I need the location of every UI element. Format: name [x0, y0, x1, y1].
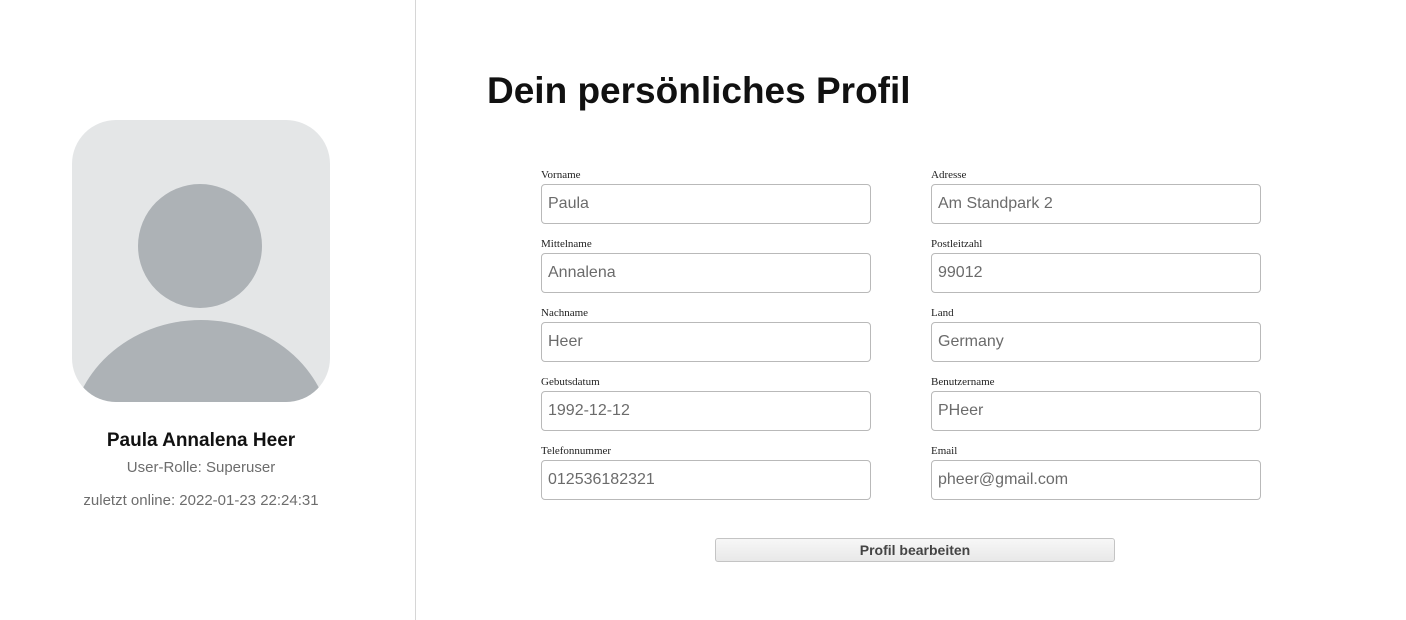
profile-sidebar: Paula Annalena Heer User-Rolle: Superuse…	[0, 0, 416, 620]
benutzername-input[interactable]	[931, 391, 1261, 431]
avatar-head-silhouette	[138, 184, 262, 308]
field-benutzername: Benutzername	[931, 375, 1261, 431]
vorname-input[interactable]	[541, 184, 871, 224]
field-vorname: Vorname	[541, 168, 871, 224]
field-mittelname: Mittelname	[541, 237, 871, 293]
telefonnummer-input[interactable]	[541, 460, 871, 500]
field-label-geburtsdatum: Gebutsdatum	[541, 376, 600, 388]
avatar	[72, 120, 330, 402]
field-label-telefonnummer: Telefonnummer	[541, 445, 612, 457]
field-adresse: Adresse	[931, 168, 1261, 224]
email-input[interactable]	[931, 460, 1261, 500]
field-label-email: Email	[931, 445, 958, 457]
avatar-body-silhouette	[72, 320, 330, 402]
field-label-adresse: Adresse	[931, 169, 967, 181]
page-title: Dein persönliches Profil	[487, 70, 911, 111]
edit-profile-button[interactable]: Profil bearbeiten	[715, 538, 1115, 562]
geburtsdatum-input[interactable]	[541, 391, 871, 431]
field-geburtsdatum: Gebutsdatum	[541, 375, 871, 431]
field-label-postleitzahl: Postleitzahl	[931, 238, 983, 250]
field-nachname: Nachname	[541, 306, 871, 362]
field-label-land: Land	[931, 307, 954, 319]
user-name: Paula Annalena Heer	[106, 430, 296, 451]
mittelname-input[interactable]	[541, 253, 871, 293]
field-label-vorname: Vorname	[541, 169, 581, 181]
adresse-input[interactable]	[931, 184, 1261, 224]
user-role: User-Rolle: Superuser	[126, 459, 276, 476]
field-label-nachname: Nachname	[541, 307, 589, 319]
field-email: Email	[931, 444, 1261, 500]
field-postleitzahl: Postleitzahl	[931, 237, 1261, 293]
field-label-benutzername: Benutzername	[931, 376, 995, 388]
last-online: zuletzt online: 2022-01-23 22:24:31	[83, 492, 319, 509]
postleitzahl-input[interactable]	[931, 253, 1261, 293]
field-land: Land	[931, 306, 1261, 362]
land-input[interactable]	[931, 322, 1261, 362]
nachname-input[interactable]	[541, 322, 871, 362]
field-label-mittelname: Mittelname	[541, 238, 592, 250]
field-telefonnummer: Telefonnummer	[541, 444, 871, 500]
profile-page: Paula Annalena Heer User-Rolle: Superuse…	[0, 0, 1406, 620]
